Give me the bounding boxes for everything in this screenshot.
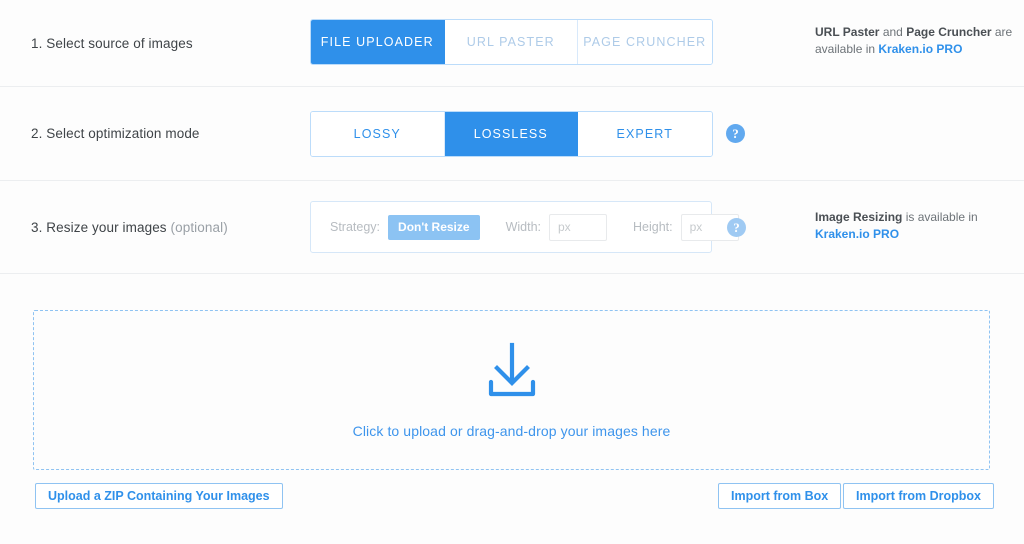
source-pro-note: URL Paster and Page Cruncher are availab…	[815, 24, 1015, 58]
step-label-resize-main: 3. Resize your images	[31, 219, 171, 235]
width-label: Width:	[505, 220, 541, 234]
mode-option-expert[interactable]: EXPERT	[578, 112, 712, 156]
upload-dropzone[interactable]: Click to upload or drag-and-drop your im…	[33, 310, 990, 470]
source-note-strong-url-paster: URL Paster	[815, 25, 880, 39]
mode-segmented-control[interactable]: LOSSY LOSSLESS EXPERT	[310, 111, 713, 157]
source-segmented-control[interactable]: FILE UPLOADER URL PASTER PAGE CRUNCHER	[310, 19, 713, 65]
step-row-source: 1. Select source of images FILE UPLOADER…	[0, 0, 1024, 87]
resize-pro-note: Image Resizing is available in Kraken.io…	[815, 209, 1015, 243]
source-option-file-uploader[interactable]: FILE UPLOADER	[311, 20, 445, 64]
step-label-resize: 3. Resize your images (optional)	[31, 220, 228, 235]
import-from-dropbox-button[interactable]: Import from Dropbox	[843, 483, 994, 509]
resize-note-rest: is available in	[902, 210, 978, 224]
step-label-optimization-mode: 2. Select optimization mode	[31, 126, 200, 141]
source-note-and: and	[879, 25, 907, 39]
resize-note-pro-link[interactable]: Kraken.io PRO	[815, 227, 899, 241]
help-icon-resize[interactable]: ?	[727, 218, 746, 237]
step-row-optimization-mode: 2. Select optimization mode LOSSY LOSSLE…	[0, 87, 1024, 181]
step-label-source: 1. Select source of images	[31, 35, 193, 51]
strategy-label: Strategy:	[330, 220, 381, 234]
width-input[interactable]	[549, 213, 607, 241]
step-row-resize: 3. Resize your images (optional) Strateg…	[0, 181, 1024, 274]
download-tray-icon	[480, 342, 544, 405]
help-icon-optimization-mode[interactable]: ?	[726, 124, 745, 143]
height-label: Height:	[633, 220, 673, 234]
mode-option-lossless[interactable]: LOSSLESS	[444, 112, 578, 156]
source-option-url-paster[interactable]: URL PASTER	[444, 20, 578, 64]
dropzone-label: Click to upload or drag-and-drop your im…	[352, 422, 671, 439]
strategy-select[interactable]: Don't Resize	[388, 214, 480, 240]
import-from-box-button[interactable]: Import from Box	[718, 483, 842, 509]
source-option-page-cruncher[interactable]: PAGE CRUNCHER	[578, 20, 712, 64]
source-note-strong-page-cruncher: Page Cruncher	[906, 25, 992, 39]
step-label-resize-optional: (optional)	[170, 219, 228, 235]
mode-option-lossy[interactable]: LOSSY	[311, 112, 445, 156]
resize-note-strong: Image Resizing	[815, 210, 903, 224]
resize-panel: Strategy: Don't Resize Width: Height:	[310, 201, 739, 253]
upload-zip-button[interactable]: Upload a ZIP Containing Your Images	[35, 483, 283, 509]
source-note-pro-link[interactable]: Kraken.io PRO	[878, 42, 962, 56]
